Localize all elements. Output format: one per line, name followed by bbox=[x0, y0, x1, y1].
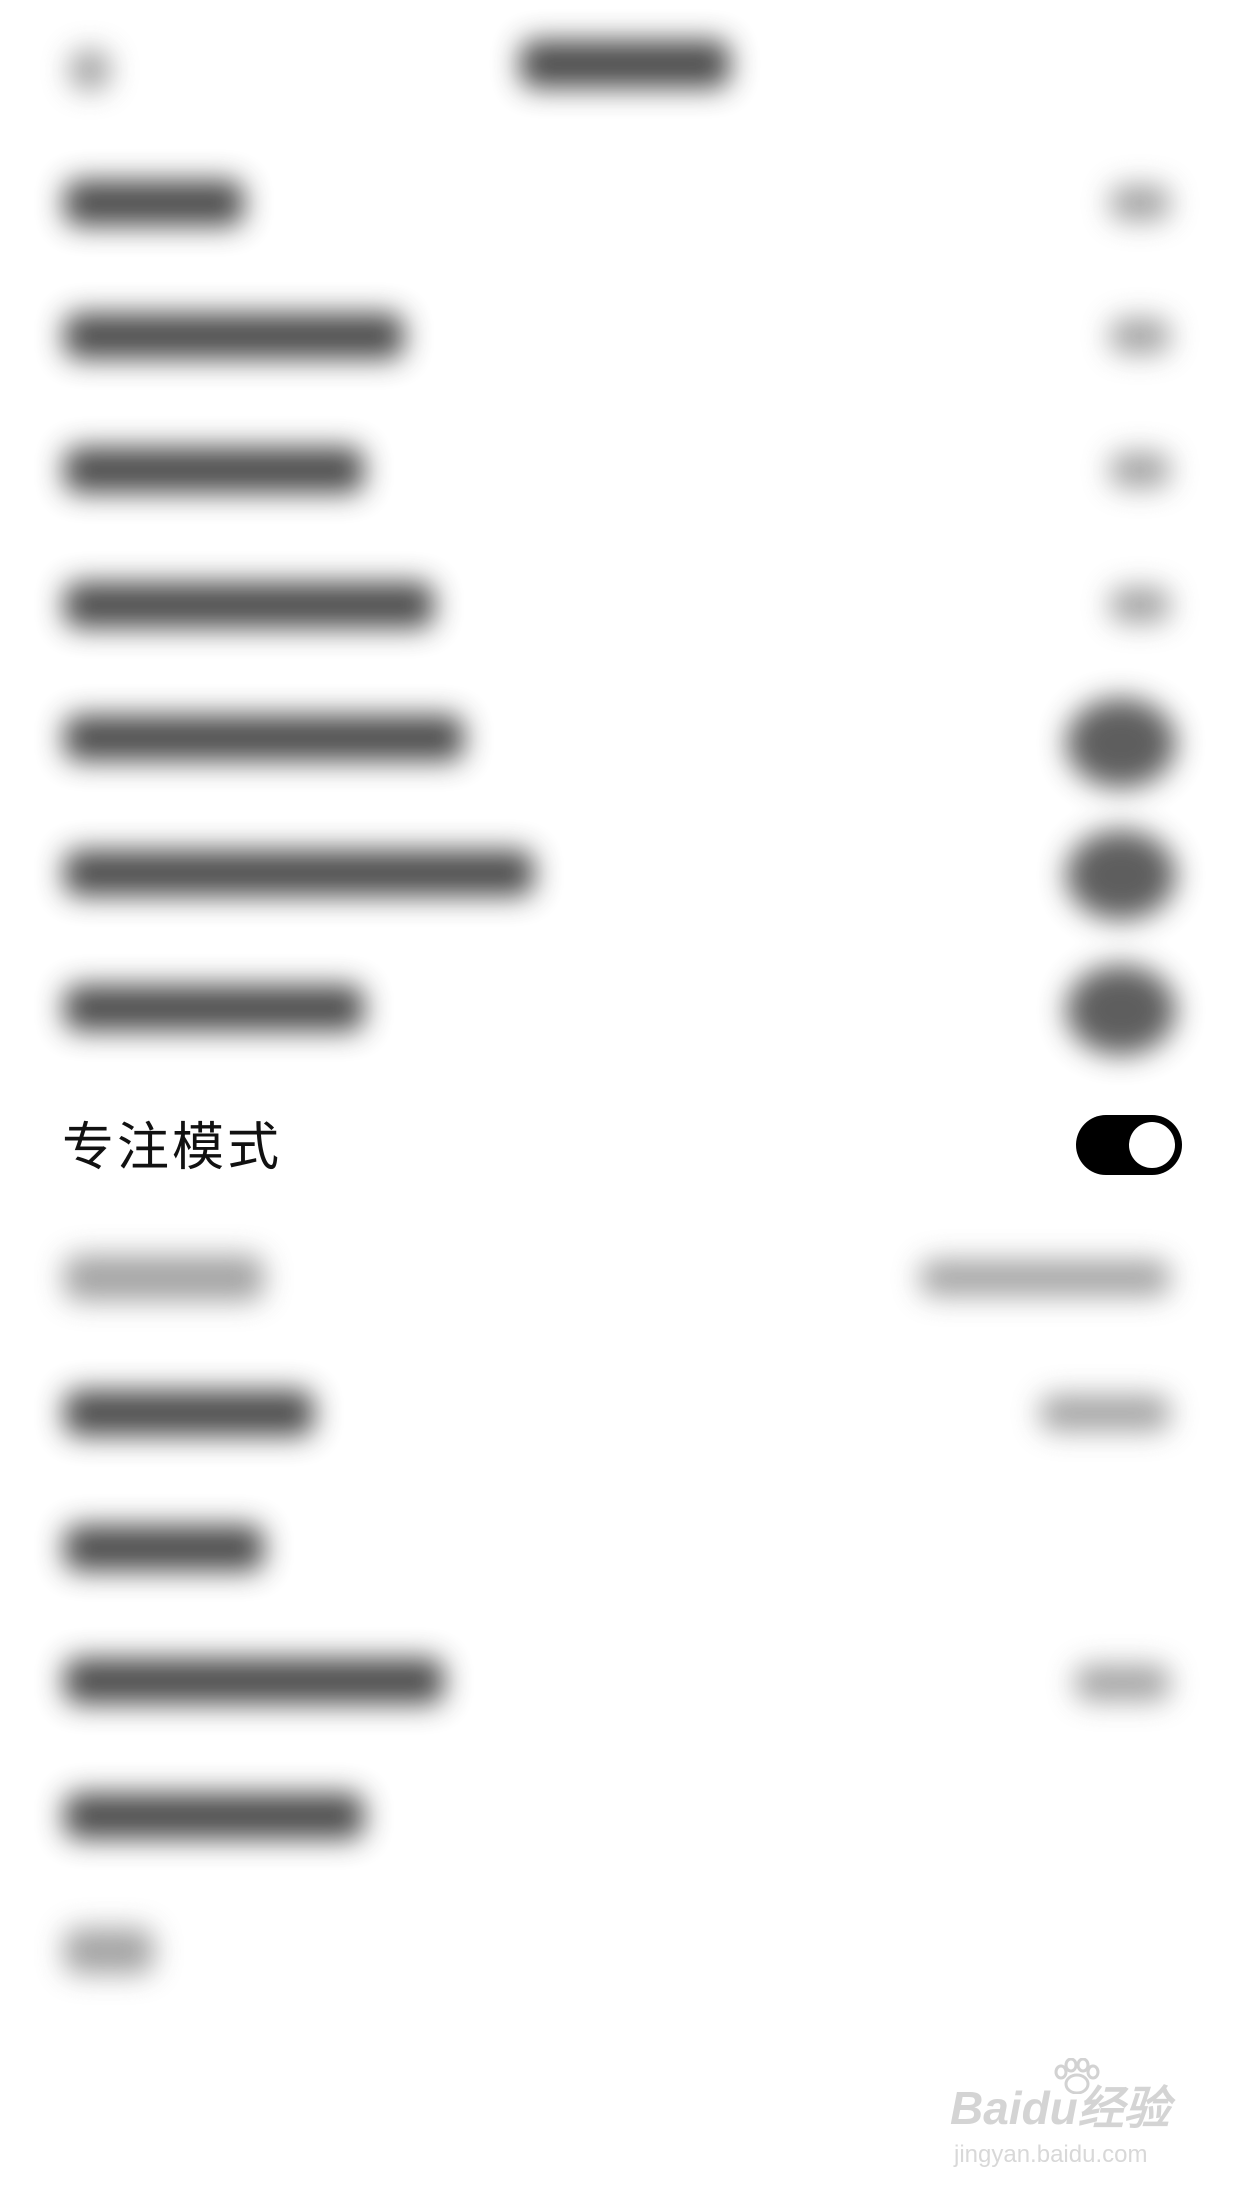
baidu-jingyan-watermark: Baidu经验 jingyan.baidu.com bbox=[950, 2058, 1200, 2180]
blurred-toggle bbox=[1066, 965, 1176, 1055]
blurred-row-label bbox=[64, 715, 464, 761]
blurred-page-title bbox=[520, 40, 730, 88]
toggle-knob bbox=[1129, 1122, 1175, 1168]
blurred-toggle bbox=[1066, 830, 1176, 920]
blurred-row-label bbox=[64, 985, 364, 1031]
watermark-brand: Baidu经验 bbox=[950, 2082, 1170, 2134]
blurred-row-label bbox=[64, 313, 404, 359]
blurred-row-value bbox=[1075, 1665, 1170, 1701]
blurred-row-label bbox=[64, 582, 434, 628]
blurred-row-label bbox=[64, 180, 244, 226]
blurred-row-value bbox=[920, 1260, 1170, 1296]
focus-mode-row[interactable]: 专注模式 bbox=[0, 1090, 1242, 1200]
blurred-back-arrow bbox=[70, 50, 110, 90]
blurred-row-label bbox=[64, 1390, 314, 1436]
blurred-row-value bbox=[1040, 1395, 1170, 1431]
blurred-row-label bbox=[64, 1658, 444, 1704]
blurred-row-label bbox=[64, 1928, 154, 1974]
focus-mode-toggle[interactable] bbox=[1076, 1115, 1182, 1175]
blurred-row-label bbox=[64, 850, 534, 896]
blurred-row-label bbox=[64, 1255, 264, 1301]
blurred-row-chevron bbox=[1110, 318, 1170, 354]
blurred-row-label bbox=[64, 1525, 264, 1571]
focus-mode-label: 专注模式 bbox=[62, 1119, 283, 1177]
blurred-row-label bbox=[64, 447, 364, 493]
blurred-toggle bbox=[1066, 698, 1176, 788]
blurred-row-label bbox=[64, 1793, 364, 1839]
blurred-row-chevron bbox=[1110, 185, 1170, 221]
blurred-row-chevron bbox=[1110, 587, 1170, 623]
blurred-row-chevron bbox=[1110, 452, 1170, 488]
watermark-domain: jingyan.baidu.com bbox=[954, 2141, 1148, 2168]
